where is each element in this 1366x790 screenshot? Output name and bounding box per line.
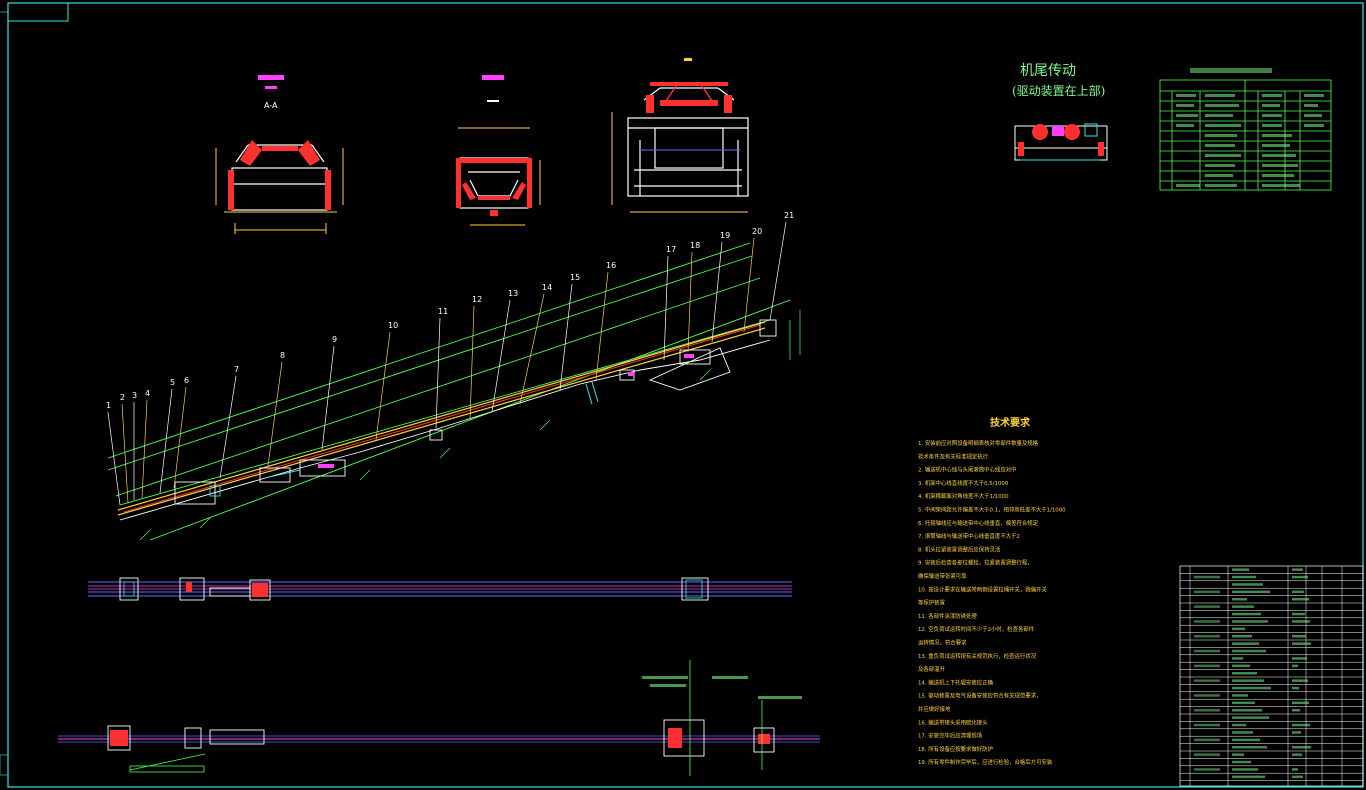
callout-leader xyxy=(469,305,475,421)
plan-view xyxy=(88,577,792,601)
note-line: 8. 机头拉紧装置调整后应保持灵活 xyxy=(918,545,1001,553)
callout-label: 13 xyxy=(508,289,518,298)
note-line: 4. 机架横截面对角线差不大于1/1000 xyxy=(918,492,1009,500)
note-line: 2. 输送机中心线与头尾滚筒中心线应对中 xyxy=(918,466,1017,474)
callout-leader xyxy=(769,221,787,321)
drive-subtitle: (驱动装置在上部) xyxy=(1012,83,1105,98)
note-line: 18. 所有设备应按要求做好防护 xyxy=(918,745,993,753)
note-line: 3. 机架中心线直线度不大于0.5/1000 xyxy=(918,479,1009,487)
technical-notes: 技术要求 1. 安装前应对照设备明细表核对零部件数量及规格 技术条件及有关标准规… xyxy=(918,416,1066,766)
note-line: 14. 输送机上下托辊安装应正确 xyxy=(918,678,993,686)
note-line: 等保护装置 xyxy=(918,599,946,607)
note-line: 15. 驱动装置及电气设备安装应符合有关规范要求， xyxy=(918,692,1042,700)
callout-label: 3 xyxy=(132,391,137,400)
bill-of-materials xyxy=(1179,565,1364,787)
callout-label: 10 xyxy=(388,321,398,330)
callout-label: 14 xyxy=(542,283,552,292)
callout-leader xyxy=(743,237,755,333)
bottom-view xyxy=(58,660,820,776)
callout-label: 2 xyxy=(120,393,125,402)
note-line: 13. 重负荷试运转按有关规范执行，检查运行状况 xyxy=(918,652,1037,660)
callout-label: 15 xyxy=(570,273,580,282)
drive-unit-view xyxy=(1014,123,1108,161)
note-line: 并应做好接地 xyxy=(918,705,951,713)
note-line: 确保输送带张紧可靠 xyxy=(918,572,967,580)
callout-label: 20 xyxy=(752,227,762,236)
section-label: A-A xyxy=(264,101,278,110)
callout-leader xyxy=(435,317,441,429)
notes-title: 技术要求 xyxy=(990,416,1031,429)
callout-label: 4 xyxy=(145,389,150,398)
note-line: 12. 空负荷试运转时间不少于2小时，检查各部件 xyxy=(918,625,1035,633)
callout-label: 19 xyxy=(720,231,730,240)
section-view-a-a: A-A xyxy=(215,75,344,234)
note-line: 7. 滚筒轴线与输送带中心线垂直度不大于2 xyxy=(918,532,1020,540)
note-line: 6. 托辊轴线应与输送带中心线垂直，偏差符合规定 xyxy=(918,519,1039,527)
cad-drawing-canvas[interactable]: A-A 机尾传动 (驱动装置在上部) 12 3 45 6789101112131… xyxy=(0,0,1366,790)
callout-label: 21 xyxy=(784,211,794,220)
callout-leader xyxy=(121,403,129,504)
note-line: 10. 按设计要求在输送带两侧设置拉绳开关，跑偏开关 xyxy=(918,585,1047,593)
note-line: 16. 输送带接头采用硫化接头 xyxy=(918,718,988,726)
note-line: 运转情况，符合要求 xyxy=(918,639,967,647)
note-line: 5. 中间架间距允许偏差不大于0.1，相邻高低差不大于1/1000 xyxy=(918,506,1066,514)
callout-leader xyxy=(107,411,121,506)
conveyor-elevation xyxy=(107,242,801,541)
note-line: 17. 安装完毕后应清理现场 xyxy=(918,732,983,740)
callout-label: 11 xyxy=(438,307,448,316)
callout-label: 18 xyxy=(690,241,700,250)
callout-leader xyxy=(559,283,573,391)
callout-leader xyxy=(267,361,283,467)
callout-leader xyxy=(141,399,148,499)
note-line: 11. 各部件涂漆防锈处理 xyxy=(918,612,977,620)
spec-table xyxy=(1159,68,1332,191)
section-view-middle xyxy=(456,75,541,226)
callout-label: 17 xyxy=(666,245,676,254)
drive-title-block: 机尾传动 (驱动装置在上部) xyxy=(1012,63,1105,98)
note-line: 技术条件及有关标准规定执行 xyxy=(918,452,989,460)
callout-label: 9 xyxy=(332,335,337,344)
note-line: 19. 所有零件制作完毕后，应进行检验，合格后方可安装 xyxy=(918,758,1053,766)
note-line: 及各部温升 xyxy=(918,665,946,673)
callout-leader xyxy=(595,271,609,381)
callout-label: 1 xyxy=(106,401,111,410)
callout-leader xyxy=(375,331,391,441)
callout-label: 6 xyxy=(184,376,189,385)
drawing-frame xyxy=(0,2,1364,788)
section-view-right xyxy=(611,58,749,213)
callout-label: 12 xyxy=(472,295,482,304)
callout-leader xyxy=(219,375,237,479)
callout-label: 8 xyxy=(280,351,285,360)
callout-label: 5 xyxy=(170,378,175,387)
note-line: 9. 安装后检查各部位螺栓，拉紧装置调整行程， xyxy=(918,559,1033,567)
note-line: 1. 安装前应对照设备明细表核对零部件数量及规格 xyxy=(918,439,1039,447)
callout-label: 16 xyxy=(606,261,616,270)
drive-title: 机尾传动 xyxy=(1020,63,1076,79)
callout-label: 7 xyxy=(234,365,239,374)
